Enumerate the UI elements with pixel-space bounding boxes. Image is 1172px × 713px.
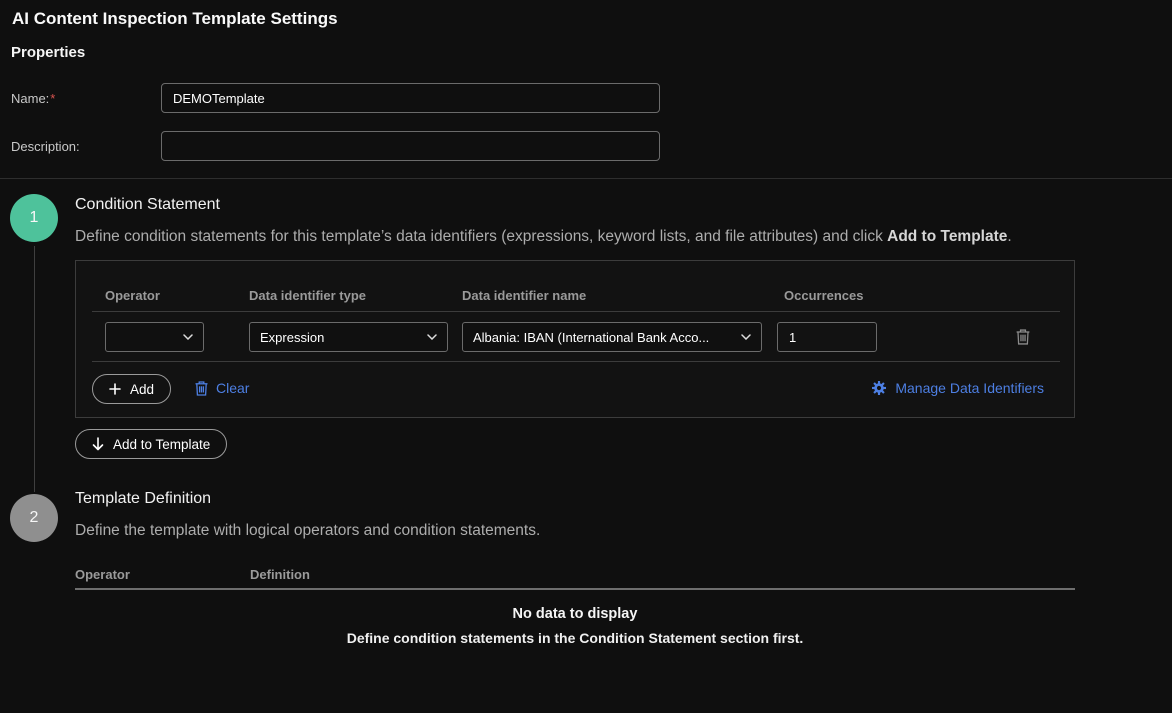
definition-column-header-operator: Operator — [75, 567, 130, 582]
manage-data-identifiers-link[interactable]: Manage Data Identifiers — [871, 380, 1044, 396]
step-2-badge: 2 — [10, 494, 58, 542]
condition-statement-heading: Condition Statement — [75, 196, 220, 214]
step-connector-line — [34, 246, 35, 492]
page-title: AI Content Inspection Template Settings — [12, 9, 338, 29]
template-definition-heading: Template Definition — [75, 490, 211, 508]
add-to-template-label: Add to Template — [113, 437, 210, 452]
condition-statement-panel: Operator Data identifier type Data ident… — [75, 260, 1075, 418]
name-label: Name:* — [11, 91, 55, 106]
table-header-divider — [92, 311, 1060, 312]
plus-icon — [109, 383, 121, 395]
down-arrow-icon — [92, 437, 104, 451]
definition-column-header-definition: Definition — [250, 567, 310, 582]
description-bold-text: Add to Template — [887, 228, 1007, 245]
chevron-down-icon — [741, 334, 751, 340]
name-input[interactable] — [161, 83, 660, 113]
column-header-data-identifier-name: Data identifier name — [462, 288, 586, 303]
add-button[interactable]: Add — [92, 374, 171, 404]
manage-data-identifiers-label: Manage Data Identifiers — [895, 380, 1044, 396]
add-button-label: Add — [130, 382, 154, 397]
empty-state-title: No data to display — [75, 606, 1075, 622]
required-asterisk: * — [50, 91, 55, 106]
description-text: Define condition statements for this tem… — [75, 228, 887, 245]
data-identifier-type-value: Expression — [260, 330, 324, 345]
column-header-operator: Operator — [105, 288, 160, 303]
empty-state-message: Define condition statements in the Condi… — [75, 630, 1075, 646]
header-divider — [0, 178, 1172, 179]
column-header-occurrences: Occurrences — [784, 288, 864, 303]
data-identifier-type-select[interactable]: Expression — [249, 322, 448, 352]
description-period: . — [1007, 228, 1011, 245]
operator-select[interactable] — [105, 322, 204, 352]
data-identifier-name-select[interactable]: Albania: IBAN (International Bank Acco..… — [462, 322, 762, 352]
chevron-down-icon — [183, 334, 193, 340]
name-label-text: Name: — [11, 91, 49, 106]
condition-statement-description: Define condition statements for this tem… — [75, 228, 1165, 246]
trash-icon — [195, 381, 208, 396]
definition-table-divider — [75, 588, 1075, 590]
table-row-divider — [92, 361, 1060, 362]
template-definition-description: Define the template with logical operato… — [75, 522, 1165, 540]
description-input[interactable] — [161, 131, 660, 161]
gear-icon — [871, 380, 887, 396]
clear-link[interactable]: Clear — [195, 380, 249, 396]
add-to-template-button[interactable]: Add to Template — [75, 429, 227, 459]
column-header-data-identifier-type: Data identifier type — [249, 288, 366, 303]
data-identifier-name-value: Albania: IBAN (International Bank Acco..… — [473, 330, 709, 345]
occurrences-input[interactable] — [777, 322, 877, 352]
description-label: Description: — [11, 139, 80, 154]
template-settings-page: AI Content Inspection Template Settings … — [0, 0, 1172, 713]
delete-row-trash-icon[interactable] — [1016, 329, 1030, 345]
clear-link-label: Clear — [216, 380, 249, 396]
properties-heading: Properties — [11, 44, 85, 61]
chevron-down-icon — [427, 334, 437, 340]
step-1-badge: 1 — [10, 194, 58, 242]
